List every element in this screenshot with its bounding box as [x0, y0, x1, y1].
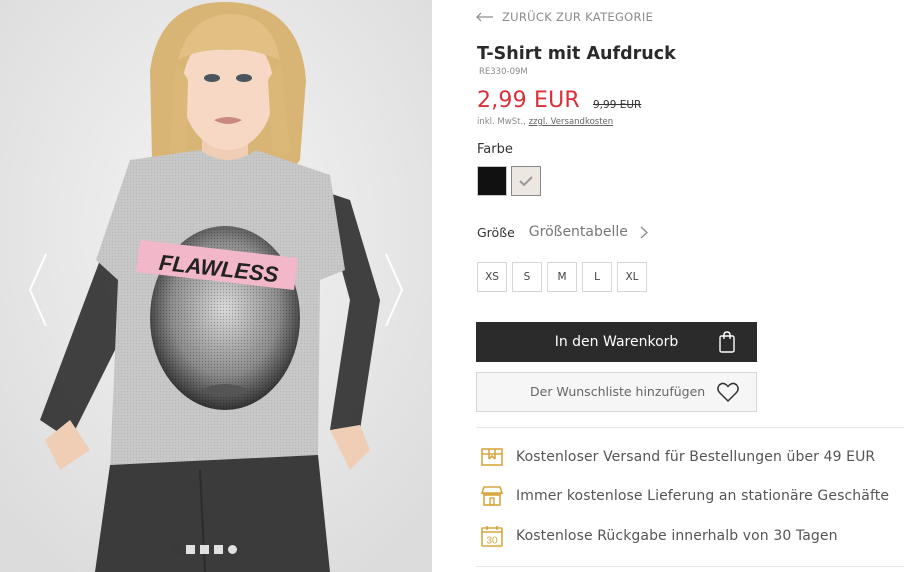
calendar-30-icon: 30	[481, 526, 503, 547]
benefit-store-delivery: Immer kostenlose Lieferung an stationäre…	[480, 484, 889, 508]
benefit-text: Kostenlose Rückgabe innerhalb von 30 Tag…	[516, 528, 838, 544]
color-swatch-beige[interactable]	[511, 166, 541, 196]
benefit-text: Immer kostenlose Lieferung an stationäre…	[516, 488, 890, 504]
previous-image-arrow[interactable]	[24, 250, 54, 330]
tax-info-text: inkl. MwSt.,	[477, 117, 529, 127]
size-option-xl[interactable]: XL	[617, 262, 647, 292]
back-link-label: ZURÜCK ZUR KATEGORIE	[502, 10, 654, 24]
product-image-gallery: FLAWLESS	[0, 0, 432, 572]
benefit-free-shipping: Kostenloser Versand für Bestellungen übe…	[480, 445, 875, 469]
heart-icon	[717, 382, 739, 403]
size-option-s[interactable]: S	[512, 262, 542, 292]
size-chart-link[interactable]: Größentabelle	[529, 224, 628, 240]
gallery-dot[interactable]	[228, 545, 237, 554]
delivery-box-icon	[481, 448, 503, 466]
product-title: T-Shirt mit Aufdruck	[477, 44, 676, 64]
back-to-category-link[interactable]: ZURÜCK ZUR KATEGORIE	[476, 10, 653, 24]
shipping-costs-link[interactable]: zzgl. Versandkosten	[529, 117, 614, 127]
calendar-number: 30	[486, 536, 498, 547]
chevron-right-icon[interactable]	[640, 226, 648, 239]
current-price: 2,99 EUR	[477, 88, 580, 113]
old-price: 9,99 EUR	[593, 99, 642, 111]
color-swatch-black[interactable]	[477, 166, 507, 196]
color-label: Farbe	[477, 142, 513, 157]
product-details-panel: ZURÜCK ZUR KATEGORIE T-Shirt mit Aufdruc…	[476, 0, 904, 572]
add-to-cart-button[interactable]: In den Warenkorb	[476, 322, 757, 362]
size-header: Größe Größentabelle	[477, 224, 648, 240]
size-option-xs[interactable]: XS	[477, 262, 507, 292]
gallery-pagination	[172, 545, 237, 554]
add-to-cart-label: In den Warenkorb	[554, 334, 679, 350]
product-photo: FLAWLESS	[0, 0, 432, 572]
arrow-left-icon	[476, 12, 493, 22]
next-image-arrow[interactable]	[378, 250, 408, 330]
shopping-bag-icon	[719, 331, 735, 353]
divider	[476, 427, 904, 428]
divider	[476, 566, 904, 567]
gallery-dot[interactable]	[186, 545, 195, 554]
size-option-l[interactable]: L	[582, 262, 612, 292]
gallery-dot[interactable]	[200, 545, 209, 554]
product-sku: RE330-09M	[479, 67, 528, 77]
size-label: Größe	[477, 224, 515, 240]
checkmark-icon	[519, 176, 533, 186]
wishlist-label: Der Wunschliste hinzufügen	[530, 384, 706, 399]
tax-info: inkl. MwSt., zzgl. Versandkosten	[477, 117, 613, 127]
store-icon	[480, 486, 504, 506]
size-option-m[interactable]: M	[547, 262, 577, 292]
benefit-free-returns: 30 Kostenlose Rückgabe innerhalb von 30 …	[480, 524, 838, 548]
add-to-wishlist-button[interactable]: Der Wunschliste hinzufügen	[476, 372, 757, 412]
gallery-dot[interactable]	[214, 545, 223, 554]
gallery-dot[interactable]	[172, 545, 181, 554]
size-selector: XS S M L XL	[477, 262, 647, 292]
benefit-text: Kostenloser Versand für Bestellungen übe…	[516, 449, 876, 465]
